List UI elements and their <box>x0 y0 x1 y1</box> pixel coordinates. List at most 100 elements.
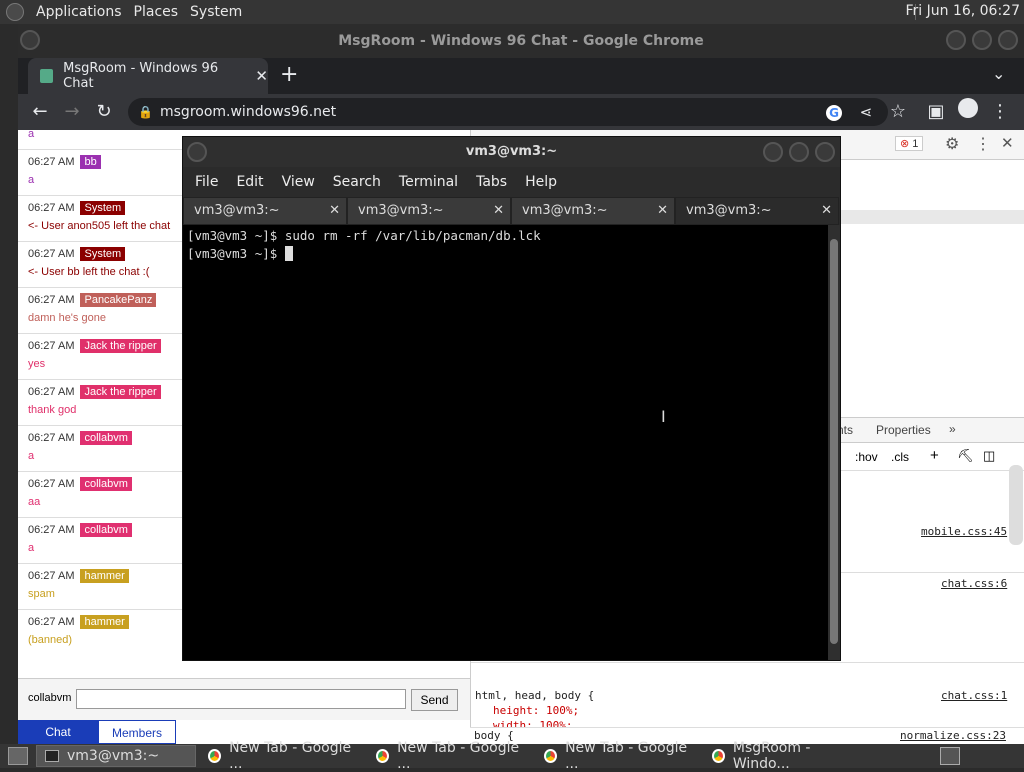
panel-tab-properties[interactable]: Properties <box>876 423 931 437</box>
distro-logo-icon[interactable] <box>6 3 24 21</box>
maximize-button[interactable] <box>972 30 992 50</box>
message-username[interactable]: System <box>80 201 126 215</box>
hov-toggle[interactable]: :hov <box>855 450 878 464</box>
terminal-title-bar[interactable]: vm3@vm3:~ <box>183 137 840 167</box>
message-username[interactable]: collabvm <box>80 477 132 491</box>
tab-members[interactable]: Members <box>98 720 176 744</box>
settings-gear-icon[interactable]: ⚙ <box>945 134 959 154</box>
message-username[interactable]: collabvm <box>80 523 132 537</box>
devtools-menu-icon[interactable]: ⋮ <box>975 134 991 154</box>
rule-property[interactable]: height: 100%; <box>493 704 579 717</box>
taskbar-item-newtab-3[interactable]: New Tab - Google ... <box>536 740 700 772</box>
nick-label: collabvm <box>28 692 72 704</box>
menu-file[interactable]: File <box>195 174 218 190</box>
chrome-icon <box>544 749 558 763</box>
menu-help[interactable]: Help <box>525 174 557 190</box>
tab-search-icon[interactable]: ⌄ <box>992 64 1005 83</box>
message-time: 06:27 AM <box>28 524 75 536</box>
paint-brush-icon[interactable]: ⛏ <box>957 448 974 464</box>
message-username[interactable]: Jack the ripper <box>80 339 161 353</box>
message-username[interactable]: System <box>80 247 126 261</box>
bookmark-star-icon[interactable]: ☆ <box>884 98 912 126</box>
tab-close-icon[interactable]: ✕ <box>493 198 504 224</box>
terminal-cursor <box>284 246 293 261</box>
tab-close-icon[interactable]: ✕ <box>255 67 268 85</box>
taskbar-item-newtab-2[interactable]: New Tab - Google ... <box>368 740 532 772</box>
terminal-window: vm3@vm3:~ File Edit View Search Terminal… <box>182 136 841 661</box>
cls-toggle[interactable]: .cls <box>891 450 909 464</box>
minimize-button[interactable] <box>946 30 966 50</box>
terminal-window-menu-button[interactable] <box>187 142 207 162</box>
message-username[interactable]: hammer <box>80 615 129 629</box>
applications-menu[interactable]: Applications <box>36 4 122 20</box>
sidebar-toggle-icon[interactable]: ◫ <box>983 448 995 464</box>
terminal-scrollbar[interactable] <box>828 225 840 660</box>
menu-search[interactable]: Search <box>333 174 381 190</box>
rule-source-link[interactable]: chat.css:6 <box>941 577 1007 590</box>
terminal-minimize-button[interactable] <box>763 142 783 162</box>
terminal-close-button[interactable] <box>815 142 835 162</box>
more-panels-icon[interactable]: » <box>949 422 956 436</box>
tab-close-icon[interactable]: ✕ <box>329 198 340 224</box>
taskbar-item-newtab-1[interactable]: New Tab - Google ... <box>200 740 364 772</box>
tab-close-icon[interactable]: ✕ <box>657 198 668 224</box>
google-icon[interactable]: G <box>820 98 848 126</box>
terminal-screen[interactable]: [vm3@vm3 ~]$ sudo rm -rf /var/lib/pacman… <box>183 225 828 660</box>
chat-message-input[interactable] <box>76 689 406 709</box>
terminal-tab-1[interactable]: vm3@vm3:~ ✕ <box>183 197 347 225</box>
new-style-rule-icon[interactable]: + <box>930 447 939 464</box>
system-menu[interactable]: System <box>190 4 242 20</box>
new-tab-icon[interactable]: + <box>280 62 298 87</box>
reload-icon[interactable]: ↻ <box>90 98 118 126</box>
message-username[interactable]: Jack the ripper <box>80 385 161 399</box>
menu-edit[interactable]: Edit <box>236 174 263 190</box>
workspace-switcher[interactable] <box>940 747 960 765</box>
terminal-tab-2[interactable]: vm3@vm3:~ ✕ <box>347 197 511 225</box>
message-time: 06:27 AM <box>28 294 75 306</box>
devtools-close-icon[interactable]: ✕ <box>1001 134 1014 152</box>
profile-avatar-icon[interactable] <box>954 98 982 126</box>
chrome-tab[interactable]: MsgRoom - Windows 96 Chat ✕ <box>28 58 268 94</box>
message-username[interactable]: bb <box>80 155 101 169</box>
terminal-scrollbar-thumb[interactable] <box>830 239 838 644</box>
terminal-maximize-button[interactable] <box>789 142 809 162</box>
message-username[interactable]: hammer <box>80 569 129 583</box>
terminal-menubar: File Edit View Search Terminal Tabs Help <box>183 167 840 197</box>
message-username[interactable]: collabvm <box>80 431 132 445</box>
chrome-title-bar[interactable]: MsgRoom - Windows 96 Chat - Google Chrom… <box>18 24 1024 58</box>
tab-chat[interactable]: Chat <box>18 720 98 744</box>
menu-view[interactable]: View <box>282 174 315 190</box>
error-badge[interactable]: ⊗ 1 <box>895 136 924 151</box>
show-desktop-icon[interactable] <box>8 747 28 765</box>
address-bar[interactable]: 🔒 msgroom.windows96.net <box>128 98 888 126</box>
taskbar-item-terminal[interactable]: vm3@vm3:~ <box>36 745 196 767</box>
window-menu-button[interactable] <box>20 30 40 50</box>
tab-title: MsgRoom - Windows 96 Chat <box>63 61 219 91</box>
message-username[interactable]: PancakePanz <box>80 293 157 307</box>
places-menu[interactable]: Places <box>134 4 179 20</box>
send-button[interactable]: Send <box>411 689 458 711</box>
terminal-tabs: vm3@vm3:~ ✕ vm3@vm3:~ ✕ vm3@vm3:~ ✕ vm3@vm3… <box>183 197 840 225</box>
rule-source-link[interactable]: chat.css:1 <box>941 689 1007 702</box>
menu-terminal[interactable]: Terminal <box>399 174 458 190</box>
rule-source-link[interactable]: normalize.css:23 <box>900 729 1006 742</box>
side-panel-icon[interactable]: ▣ <box>922 98 950 126</box>
rule-source-link[interactable]: mobile.css:45 <box>921 525 1007 538</box>
lock-icon[interactable]: 🔒 <box>138 98 153 126</box>
forward-icon[interactable]: → <box>58 98 86 126</box>
terminal-tab-4[interactable]: vm3@vm3:~ ✕ <box>675 197 839 225</box>
message-time: 06:27 AM <box>28 570 75 582</box>
taskbar-item-msgroom[interactable]: MsgRoom - Windo... <box>704 740 864 772</box>
chrome-tab-strip: MsgRoom - Windows 96 Chat ✕ + ⌄ <box>18 58 1024 94</box>
chrome-menu-icon[interactable]: ⋮ <box>986 98 1014 126</box>
message-time: 06:27 AM <box>28 156 75 168</box>
close-button[interactable] <box>998 30 1018 50</box>
share-icon[interactable]: ⋖ <box>852 98 880 126</box>
message-time: 06:27 AM <box>28 616 75 628</box>
menu-tabs[interactable]: Tabs <box>476 174 507 190</box>
back-icon[interactable]: ← <box>26 98 54 126</box>
chrome-icon <box>376 749 390 763</box>
terminal-tab-3[interactable]: vm3@vm3:~ ✕ <box>511 197 675 225</box>
tab-close-icon[interactable]: ✕ <box>821 198 832 224</box>
clock[interactable]: Fri Jun 16, 06:27 <box>905 3 1020 19</box>
